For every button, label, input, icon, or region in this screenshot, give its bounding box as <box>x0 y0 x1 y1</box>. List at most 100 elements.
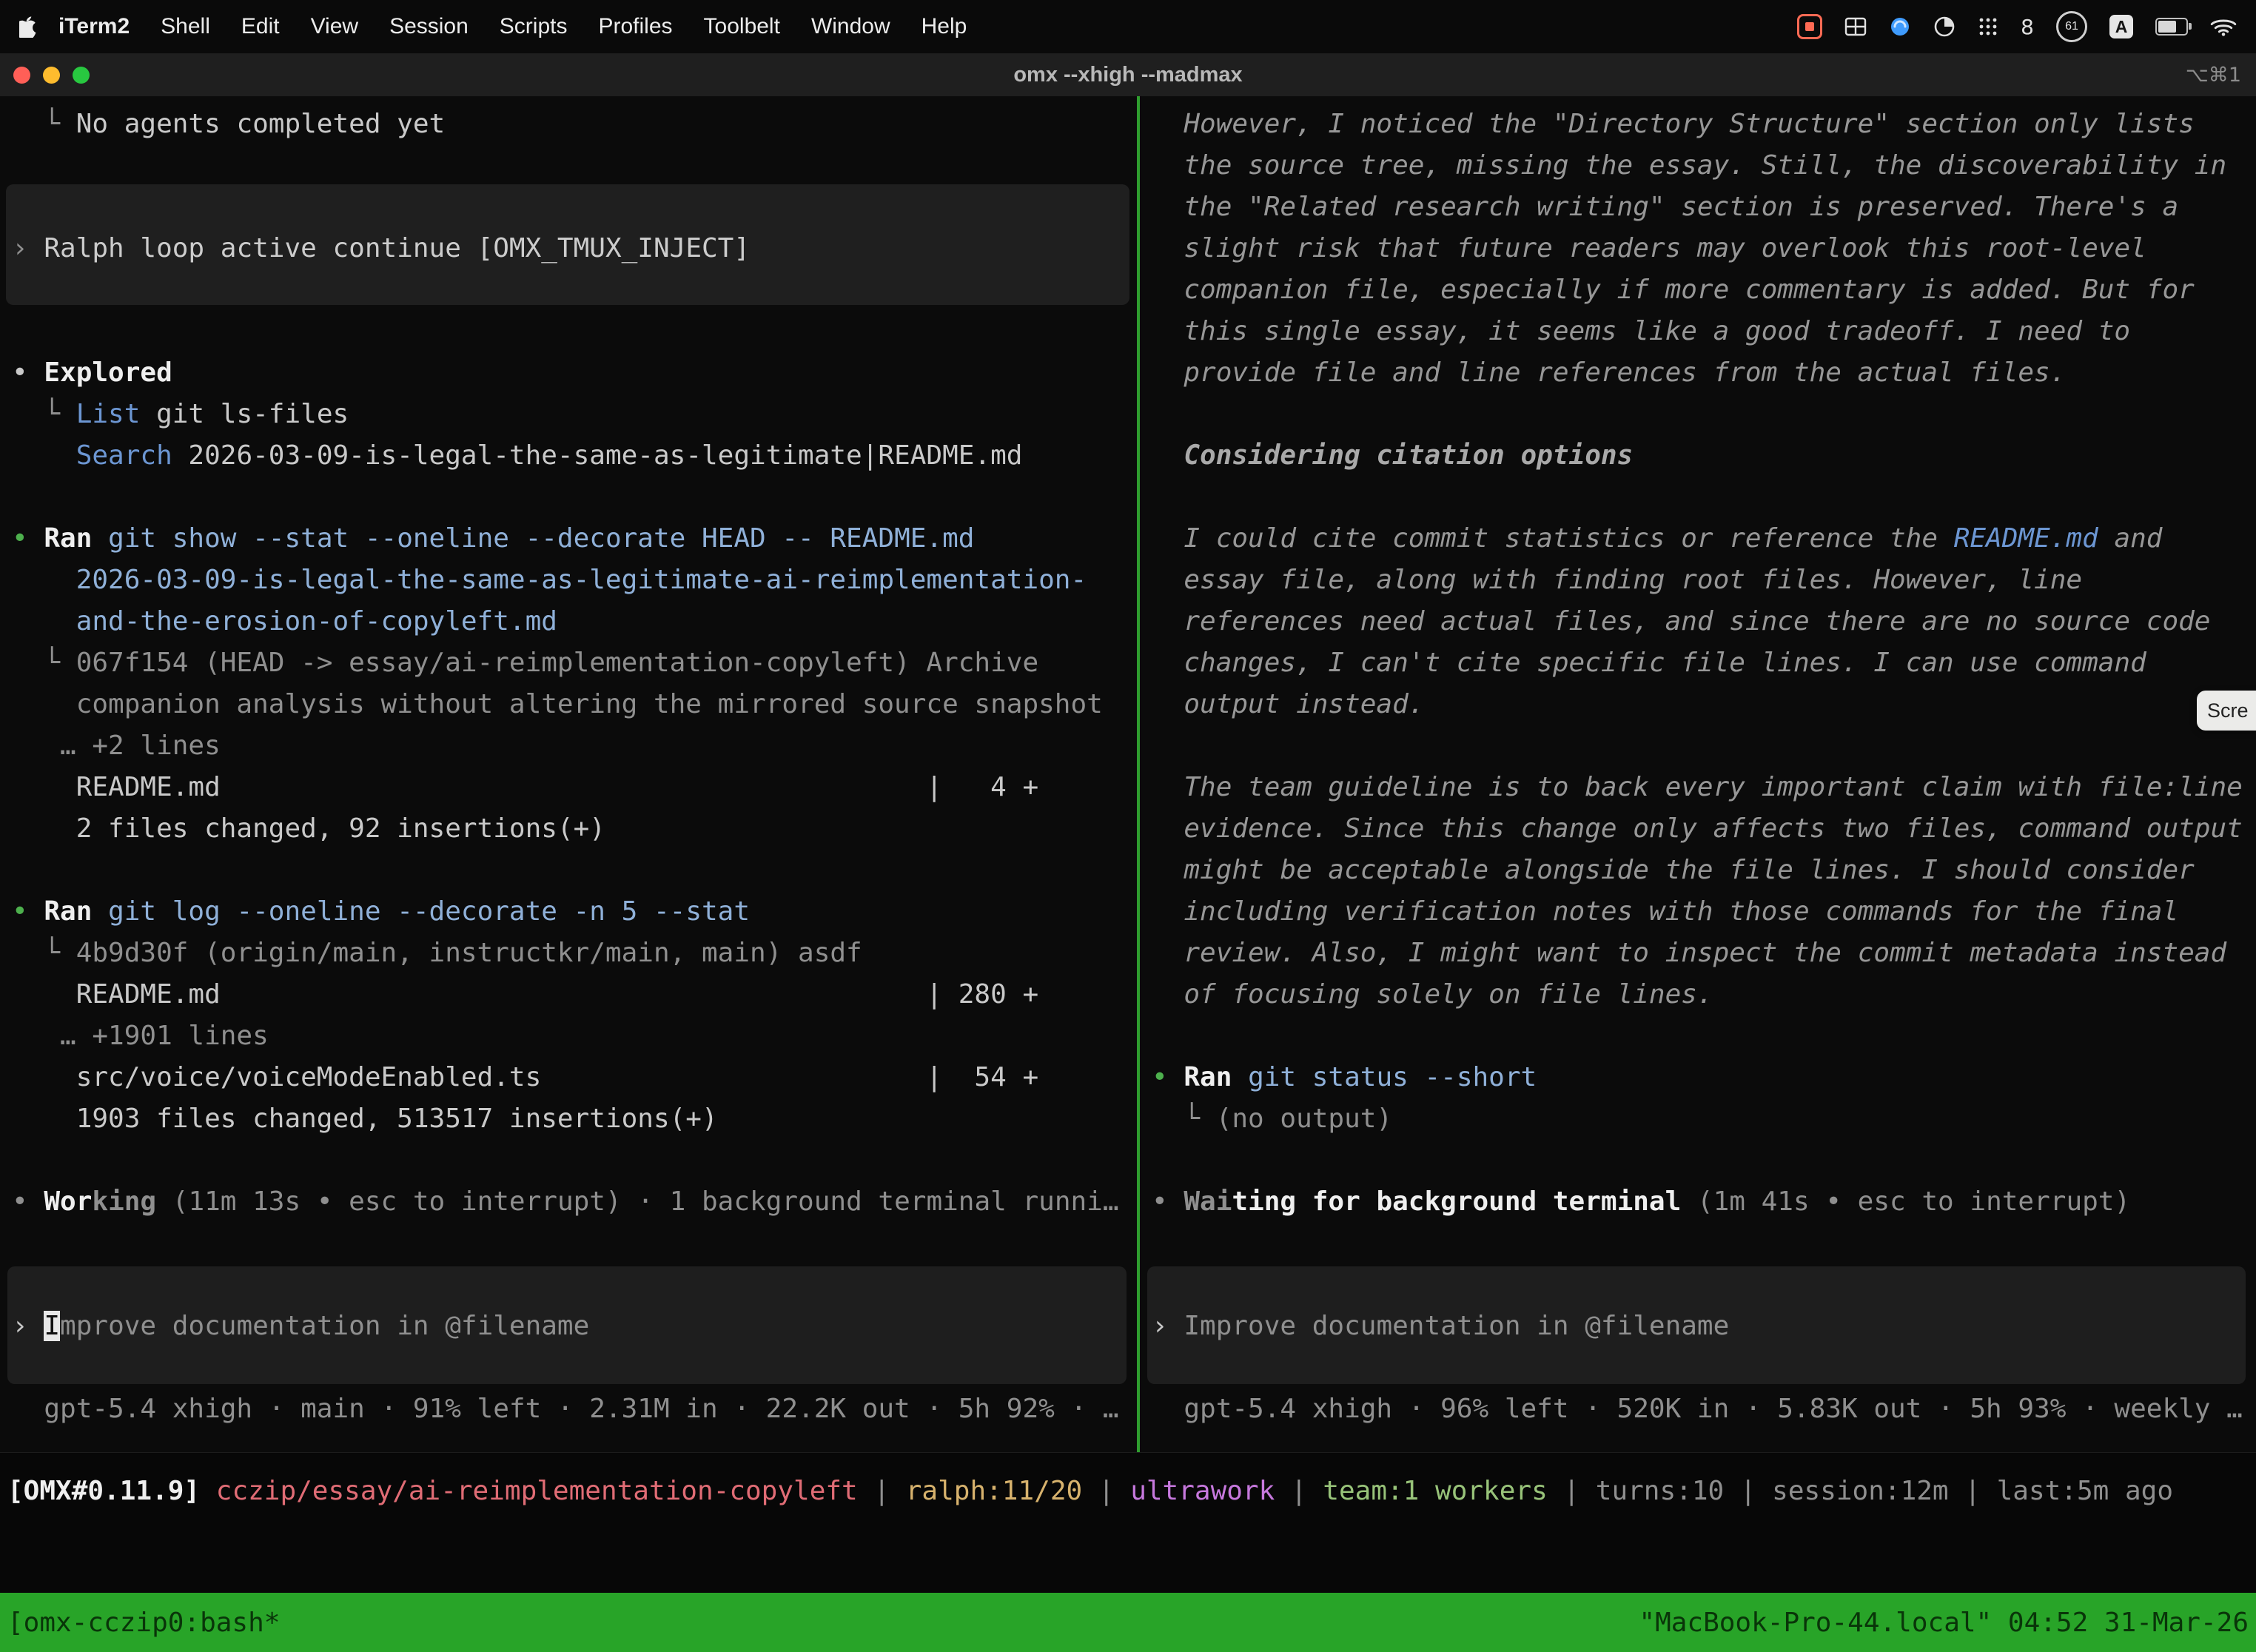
text-segment: No agents completed yet <box>76 109 446 139</box>
terminal-line <box>12 145 1134 187</box>
window-grid-icon[interactable] <box>1844 17 1867 36</box>
app-icon-8[interactable]: 8 <box>2021 15 2034 39</box>
terminal-line: … +2 lines <box>12 725 1134 767</box>
text-segment <box>12 440 76 471</box>
terminal-line: changes, I can't cite specific file line… <box>1152 642 2253 684</box>
text-segment: └ <box>12 399 76 429</box>
terminal-line: └ No agents completed yet <box>12 104 1134 145</box>
terminal-line <box>12 1140 1134 1181</box>
text-segment: essay file, along with finding root file… <box>1152 565 2082 595</box>
omx-status-segment: cczip/essay/ai-reimplementation-copyleft <box>216 1476 858 1506</box>
omx-status-line: [OMX#0.11.9] cczip/essay/ai-reimplementa… <box>7 1476 2173 1506</box>
text-segment: companion file, especially if more comme… <box>1152 275 2195 305</box>
text-segment: Considering citation options <box>1152 440 1633 471</box>
text-segment: changes, I can't cite specific file line… <box>1152 648 2146 678</box>
terminal-line: • Working (11m 13s • esc to interrupt) ·… <box>12 1181 1134 1223</box>
terminal-line: and-the-erosion-of-copyleft.md <box>12 601 1134 642</box>
menu-item-session[interactable]: Session <box>374 14 484 38</box>
text-segment: might be acceptable alongside the file l… <box>1152 855 2195 885</box>
terminal-line: evidence. Since this change only affects… <box>1152 808 2253 850</box>
text-segment: output instead. <box>1152 689 1424 719</box>
terminal-line <box>12 1264 1134 1306</box>
menu-item-view[interactable]: View <box>295 14 374 38</box>
terminal-pane-right[interactable]: However, I noticed the "Directory Struct… <box>1140 96 2256 1452</box>
text-segment: README.md | 4 + <box>12 772 1038 802</box>
text-segment: including verification notes with those … <box>1152 896 2178 927</box>
text-segment: └ <box>12 109 76 139</box>
terminal-line <box>1152 1015 2253 1057</box>
terminal-line: gpt-5.4 xhigh · 96% left · 520K in · 5.8… <box>1152 1389 2253 1430</box>
text-segment: src/voice/voiceModeEnabled.ts | 54 + <box>12 1062 1038 1092</box>
terminal-line: review. Also, I might want to inspect th… <box>1152 933 2253 974</box>
input-source-icon[interactable]: A <box>2109 15 2133 38</box>
terminal-line <box>1152 1347 2253 1389</box>
omx-status-segment: ralph:11/20 <box>906 1476 1082 1506</box>
terminal-line: companion analysis without altering the … <box>12 684 1134 725</box>
omx-status-segment: ultrawork <box>1130 1476 1275 1506</box>
terminal-line: The team guideline is to back every impo… <box>1152 767 2253 808</box>
terminal-line: output instead. <box>1152 684 2253 725</box>
terminal-line: • Ran git log --oneline --decorate -n 5 … <box>12 891 1134 933</box>
text-segment: provide file and line references from th… <box>1152 357 2066 388</box>
terminal-pane-left[interactable]: └ No agents completed yet › Ralph loop ac… <box>0 96 1137 1452</box>
text-segment: king <box>92 1186 156 1217</box>
terminal-line: essay file, along with finding root file… <box>1152 560 2253 601</box>
menu-items: ShellEditViewSessionScriptsProfilesToolb… <box>145 14 982 39</box>
text-segment: the source tree, missing the essay. Stil… <box>1152 150 2226 181</box>
menubar-status-icons: 8 61 A <box>1797 11 2237 42</box>
app-icon-blue[interactable] <box>1889 16 1911 38</box>
text-segment: Wai <box>1184 1186 1232 1217</box>
app-icon-round[interactable] <box>1933 16 1955 38</box>
terminal-line <box>12 269 1134 311</box>
menu-item-app[interactable]: iTerm2 <box>43 14 145 39</box>
battery-icon[interactable] <box>2155 18 2188 36</box>
terminal-line: › Improve documentation in @filename <box>1152 1306 2253 1347</box>
text-segment: • <box>12 1186 44 1217</box>
terminal-line: › Ralph loop active continue [OMX_TMUX_I… <box>12 228 1134 269</box>
menu-item-profiles[interactable]: Profiles <box>583 14 688 38</box>
menubar: iTerm2 ShellEditViewSessionScriptsProfil… <box>0 0 2256 53</box>
terminal-line <box>12 850 1134 891</box>
terminal-line <box>12 187 1134 228</box>
wifi-icon[interactable] <box>2210 16 2237 37</box>
dots-grid-icon[interactable] <box>1978 16 1998 37</box>
text-segment: references need actual files, and since … <box>1152 606 2210 637</box>
text-segment: evidence. Since this change only affects… <box>1152 813 2243 844</box>
terminal-line: this single essay, it seems like a good … <box>1152 311 2253 352</box>
menu-item-scripts[interactable]: Scripts <box>484 14 583 38</box>
terminal-line <box>1152 394 2253 435</box>
apple-menu[interactable] <box>19 16 37 38</box>
omx-status-segment: | turns:10 | session:12m | last:5m ago <box>1548 1476 2173 1506</box>
terminal-line: └ 4b9d30f (origin/main, instructkr/main,… <box>12 933 1134 974</box>
text-segment: slight risk that future readers may over… <box>1152 233 2146 263</box>
terminal-line <box>12 311 1134 352</box>
screen-recording-icon[interactable] <box>1797 14 1822 39</box>
text-segment: 1903 files changed, 513517 insertions(+) <box>12 1104 718 1134</box>
text-segment: However, I noticed the "Directory Struct… <box>1152 109 2195 139</box>
text-segment: git show --stat --oneline --decorate HEA… <box>92 523 974 554</box>
window-titlebar[interactable]: omx --xhigh --madmax ⌥⌘1 <box>0 53 2256 97</box>
menu-item-toolbelt[interactable]: Toolbelt <box>688 14 796 38</box>
omx-status-segment: team:1 workers <box>1323 1476 1547 1506</box>
text-segment: ting for background terminal <box>1232 1186 1681 1217</box>
terminal-line: › Improve documentation in @filename <box>12 1306 1134 1347</box>
text-segment: … +1901 lines <box>12 1021 269 1051</box>
terminal-line <box>1152 1140 2253 1181</box>
menu-item-window[interactable]: Window <box>796 14 906 38</box>
menu-item-help[interactable]: Help <box>906 14 983 38</box>
text-segment: Search <box>76 440 172 471</box>
battery-gauge-icon[interactable]: 61 <box>2056 11 2087 42</box>
text-segment: Ran <box>44 896 92 927</box>
text-segment: this single essay, it seems like a good … <box>1152 316 2130 346</box>
menu-item-shell[interactable]: Shell <box>145 14 226 38</box>
text-segment: Wor <box>44 1186 92 1217</box>
terminal-line: 2 files changed, 92 insertions(+) <box>12 808 1134 850</box>
terminal-line: src/voice/voiceModeEnabled.ts | 54 + <box>12 1057 1134 1098</box>
text-segment: git status --short <box>1232 1062 1537 1092</box>
terminal-line: of focusing solely on file lines. <box>1152 974 2253 1015</box>
text-segment: └ 067f154 (HEAD -> essay/ai-reimplementa… <box>12 648 1038 678</box>
text-segment: • <box>1152 1062 1184 1092</box>
menu-item-edit[interactable]: Edit <box>226 14 295 38</box>
text-segment: gpt-5.4 xhigh · main · 91% left · 2.31M … <box>12 1394 1119 1424</box>
terminal-line <box>1152 477 2253 518</box>
